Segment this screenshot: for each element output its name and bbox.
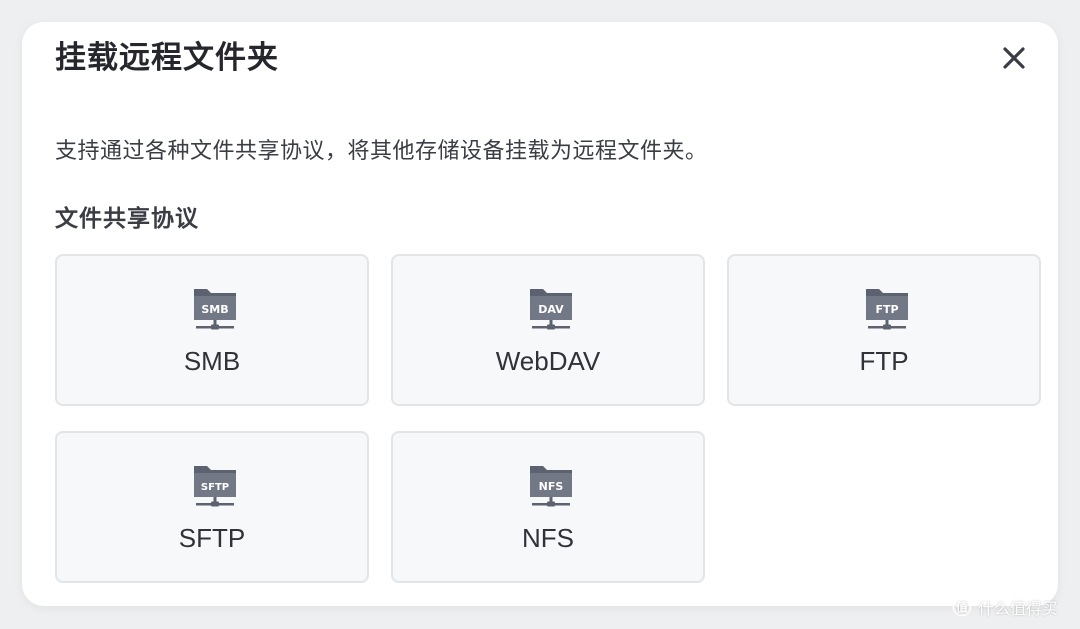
- network-folder-icon: NFS: [530, 466, 572, 507]
- protocol-icon-text: SMB: [201, 303, 228, 316]
- protocol-label: SFTP: [178, 523, 246, 553]
- protocol-card-webdav[interactable]: DAV WebDAV: [391, 254, 705, 406]
- protocol-label: NFS: [522, 523, 574, 553]
- protocol-label: FTP: [859, 346, 909, 376]
- protocol-label: SMB: [183, 346, 241, 376]
- close-button[interactable]: [996, 40, 1032, 76]
- watermark-logo-icon: 值: [952, 597, 972, 617]
- section-title: 文件共享协议: [55, 206, 199, 232]
- network-folder-icon: FTP: [866, 289, 908, 330]
- dialog-description: 支持通过各种文件共享协议，将其他存储设备挂载为远程文件夹。: [55, 139, 708, 164]
- svg-text:值: 值: [956, 600, 968, 615]
- protocol-card-ftp[interactable]: FTP FTP: [727, 254, 1041, 406]
- protocol-card-sftp[interactable]: SFTP SFTP: [55, 431, 369, 583]
- watermark-text: 什么值得买: [978, 599, 1059, 618]
- mount-remote-folder-dialog: 挂载远程文件夹 支持通过各种文件共享协议，将其他存储设备挂载为远程文件夹。 文件…: [22, 22, 1058, 606]
- protocol-icon-text: NFS: [539, 480, 564, 493]
- network-folder-icon: SMB: [194, 289, 236, 330]
- protocol-icon-text: FTP: [875, 303, 898, 316]
- close-icon: [1003, 47, 1025, 69]
- dialog-title: 挂载远程文件夹: [55, 40, 279, 76]
- watermark: 值 什么值得买: [952, 595, 1058, 619]
- protocol-card-smb[interactable]: SMB SMB: [55, 254, 369, 406]
- protocol-icon-text: DAV: [538, 303, 564, 316]
- protocol-card-nfs[interactable]: NFS NFS: [391, 431, 705, 583]
- network-folder-icon: SFTP: [194, 466, 236, 507]
- protocol-icon-text: SFTP: [201, 482, 229, 493]
- protocol-label: WebDAV: [495, 346, 601, 376]
- network-folder-icon: DAV: [530, 289, 572, 330]
